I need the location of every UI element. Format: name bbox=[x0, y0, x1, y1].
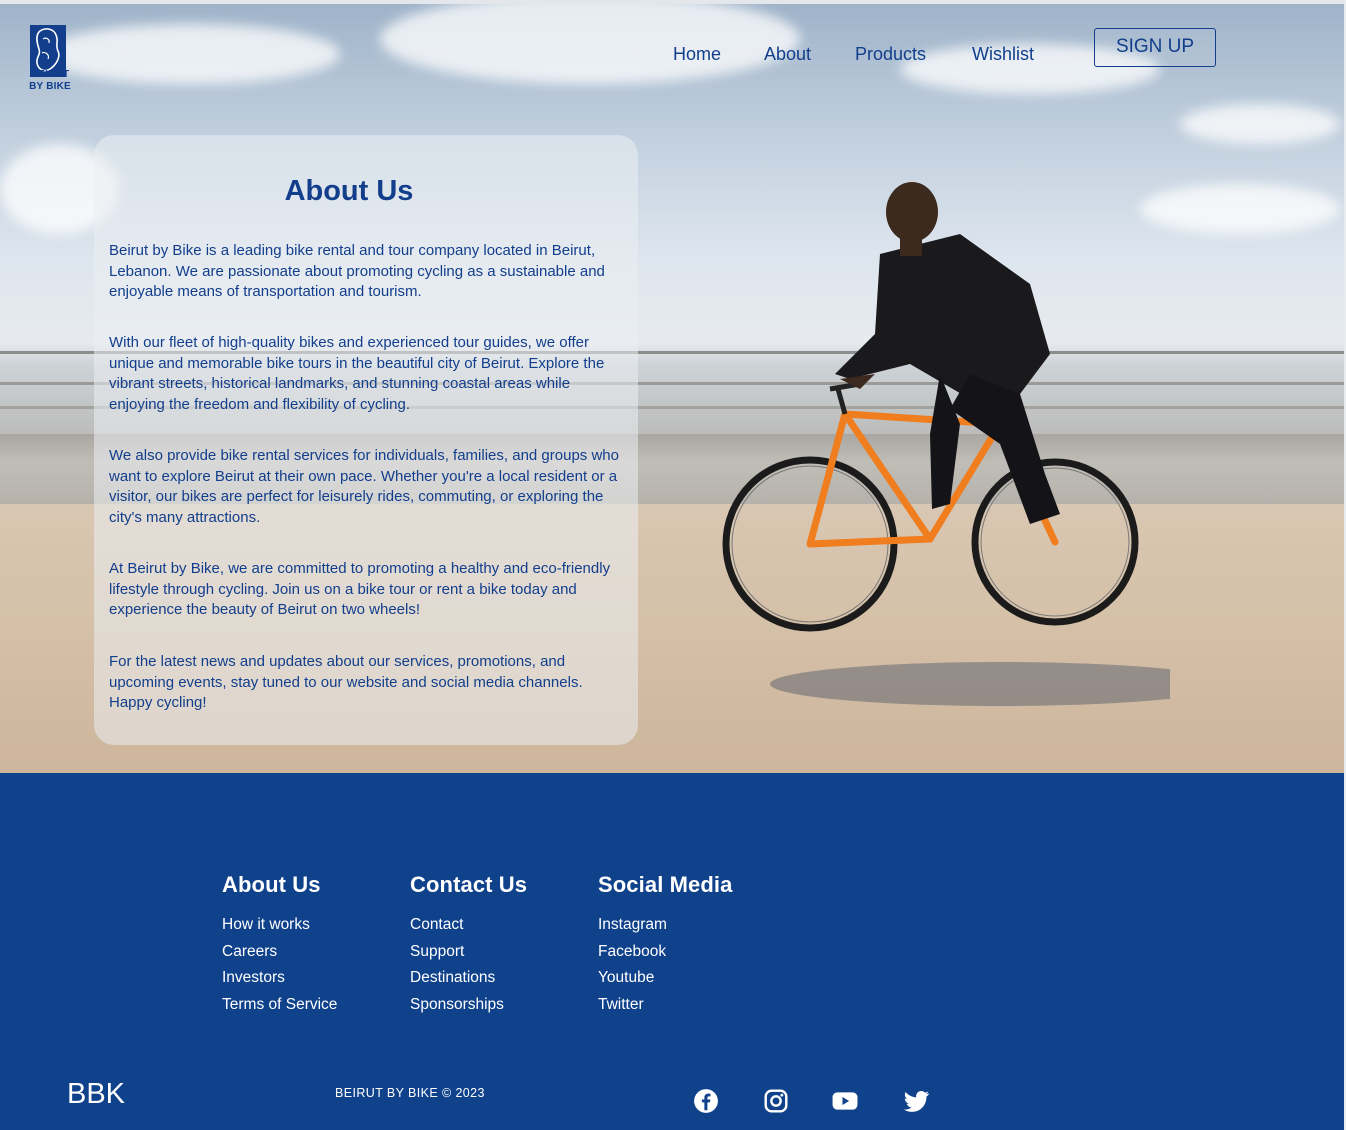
nav-about[interactable]: About bbox=[764, 44, 811, 65]
nav-products[interactable]: Products bbox=[855, 44, 926, 65]
footer-link-youtube[interactable]: Youtube bbox=[598, 965, 732, 992]
sign-up-button[interactable]: SIGN UP bbox=[1094, 28, 1216, 67]
footer-link-sponsorships[interactable]: Sponsorships bbox=[410, 992, 527, 1019]
about-paragraph-4: At Beirut by Bike, we are committed to p… bbox=[109, 560, 611, 618]
about-paragraph-1: Beirut by Bike is a leading bike rental … bbox=[109, 242, 605, 300]
footer: About Us How it works Careers Investors … bbox=[0, 773, 1344, 1130]
about-title: About Us bbox=[284, 175, 414, 207]
logo-line-1: BEIRUT bbox=[30, 69, 70, 80]
about-card: About Us Beirut by Bike is a leading bik… bbox=[94, 135, 638, 745]
footer-column-about: About Us How it works Careers Investors … bbox=[222, 872, 337, 1018]
footer-heading-contact: Contact Us bbox=[410, 872, 528, 897]
about-paragraph-3: We also provide bike rental services for… bbox=[109, 447, 619, 526]
footer-link-how-it-works[interactable]: How it works bbox=[222, 912, 337, 939]
cyclist-image bbox=[722, 182, 1170, 706]
footer-link-facebook[interactable]: Facebook bbox=[598, 939, 732, 966]
footer-column-social: Social Media Instagram Facebook Youtube … bbox=[598, 872, 732, 1018]
footer-link-destinations[interactable]: Destinations bbox=[410, 965, 527, 992]
cloud bbox=[40, 24, 340, 84]
footer-link-contact[interactable]: Contact bbox=[410, 912, 527, 939]
footer-link-twitter[interactable]: Twitter bbox=[598, 992, 732, 1019]
footer-link-support[interactable]: Support bbox=[410, 939, 527, 966]
footer-link-terms[interactable]: Terms of Service bbox=[222, 992, 337, 1019]
facebook-icon[interactable] bbox=[693, 1088, 719, 1114]
cloud bbox=[1180, 104, 1340, 144]
footer-heading-social: Social Media bbox=[598, 872, 733, 897]
footer-brand: BBK bbox=[67, 1078, 126, 1110]
footer-link-investors[interactable]: Investors bbox=[222, 965, 337, 992]
nav-home[interactable]: Home bbox=[673, 44, 721, 65]
footer-link-careers[interactable]: Careers bbox=[222, 939, 337, 966]
footer-heading-about: About Us bbox=[222, 872, 321, 897]
hero-section: BEIRUT BY BIKE Home About Products Wishl… bbox=[0, 4, 1344, 773]
logo-text: BEIRUT BY BIKE bbox=[28, 69, 72, 93]
footer-link-instagram[interactable]: Instagram bbox=[598, 912, 732, 939]
about-paragraph-5: For the latest news and updates about ou… bbox=[109, 653, 583, 711]
footer-column-contact: Contact Us Contact Support Destinations … bbox=[410, 872, 527, 1018]
nav-wishlist[interactable]: Wishlist bbox=[972, 44, 1034, 65]
about-paragraph-2: With our fleet of high-quality bikes and… bbox=[109, 334, 605, 413]
twitter-icon[interactable] bbox=[904, 1088, 930, 1114]
logo-line-2: BY BIKE bbox=[29, 81, 71, 92]
cloud bbox=[380, 4, 800, 84]
copyright-text: BEIRUT BY BIKE © 2023 bbox=[335, 1086, 485, 1100]
youtube-icon[interactable] bbox=[832, 1088, 858, 1114]
cloud bbox=[1140, 184, 1340, 234]
instagram-icon[interactable] bbox=[763, 1088, 789, 1114]
